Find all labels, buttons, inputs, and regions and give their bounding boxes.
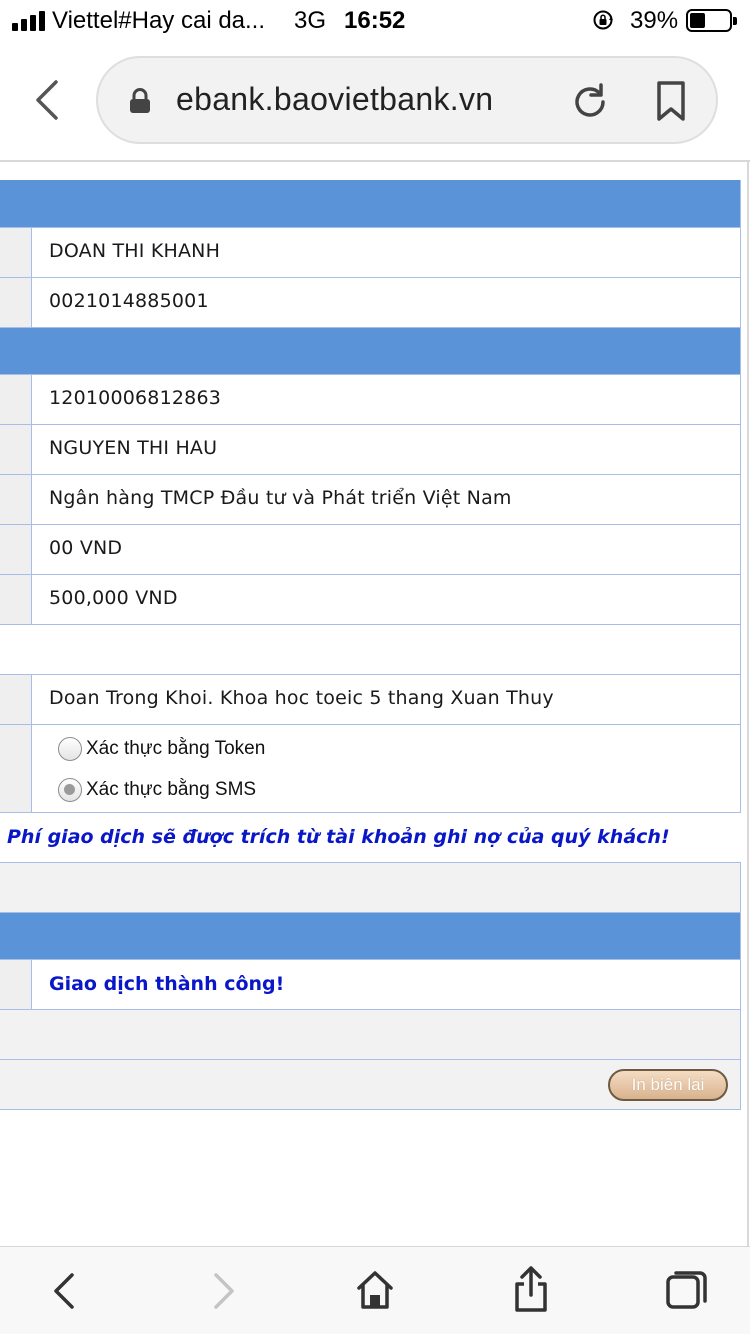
reload-icon[interactable] — [570, 82, 610, 122]
auth-token-label: Xác thực bằng Token — [86, 738, 266, 759]
transaction-success-message: Giao dịch thành công! — [49, 973, 285, 995]
result-section-header — [0, 913, 741, 960]
auth-sms-option[interactable]: Xác thực bằng SMS — [58, 778, 256, 802]
authentication-method-row: Xác thực bằng Token Xác thực bằng SMS — [0, 725, 741, 813]
row-label-cell — [0, 228, 32, 277]
browser-bottom-toolbar — [0, 1246, 750, 1334]
transfer-amount: 500,000 VND — [49, 587, 178, 609]
receiver-account-row: 12010006812863 — [0, 375, 741, 425]
auth-token-radio[interactable] — [58, 737, 82, 761]
row-label-cell — [0, 475, 32, 524]
sender-name-row: DOAN THI KHANH — [0, 228, 741, 278]
row-label-cell — [0, 425, 32, 474]
spacer-row — [0, 863, 741, 913]
share-icon[interactable] — [511, 1265, 551, 1313]
row-label-cell — [0, 525, 32, 574]
auth-token-option[interactable]: Xác thực bằng Token — [58, 737, 265, 761]
sender-account: 0021014885001 — [49, 290, 209, 312]
row-label-cell — [0, 278, 32, 327]
receiver-name-row: NGUYEN THI HAU — [0, 425, 741, 475]
url-field[interactable]: ebank.baovietbank.vn — [96, 56, 718, 144]
sender-section-header — [0, 180, 741, 228]
amount-in-words-row — [0, 625, 741, 675]
back-arrow-icon[interactable] — [48, 1271, 82, 1311]
url-text: ebank.baovietbank.vn — [176, 81, 494, 117]
transfer-fee: 00 VND — [49, 537, 123, 559]
receiver-bank-row: Ngân hàng TMCP Đầu tư và Phát triển Việt… — [0, 475, 741, 525]
carrier-name: Viettel#Hay cai da... — [52, 7, 266, 34]
fee-notice: Phí giao dịch sẽ được trích từ tài khoản… — [7, 826, 670, 848]
status-time: 16:52 — [344, 7, 406, 34]
chevron-left-icon[interactable] — [30, 78, 64, 122]
browser-address-bar: ebank.baovietbank.vn — [0, 42, 750, 160]
orientation-lock-icon — [593, 10, 613, 30]
row-label-cell — [0, 675, 32, 724]
auth-sms-radio[interactable] — [58, 778, 82, 802]
status-bar: Viettel#Hay cai da... 3G 16:52 39% — [0, 0, 750, 42]
spacer-row — [0, 1010, 741, 1060]
transfer-description: Doan Trong Khoi. Khoa hoc toeic 5 thang … — [49, 687, 554, 709]
sender-name: DOAN THI KHANH — [49, 240, 221, 262]
tabs-icon[interactable] — [664, 1271, 708, 1311]
sender-account-row: 0021014885001 — [0, 278, 741, 328]
battery-icon — [686, 9, 737, 32]
forward-arrow-icon[interactable] — [206, 1271, 240, 1311]
result-row: Giao dịch thành công! — [0, 960, 741, 1010]
bookmark-icon[interactable] — [654, 80, 688, 122]
action-row: In biên lai — [0, 1060, 741, 1110]
battery-percentage: 39% — [630, 7, 679, 34]
receiver-section-header — [0, 328, 741, 375]
row-label-cell — [0, 725, 32, 812]
padlock-icon — [130, 88, 150, 113]
transfer-confirmation-table: DOAN THI KHANH 0021014885001 12010006812… — [0, 180, 741, 1110]
receiver-name: NGUYEN THI HAU — [49, 437, 218, 459]
cellular-signal-icon — [12, 11, 46, 31]
amount-row: 500,000 VND — [0, 575, 741, 625]
fee-notice-row: Phí giao dịch sẽ được trích từ tài khoản… — [0, 813, 741, 863]
home-icon[interactable] — [355, 1269, 395, 1311]
row-label-cell — [0, 375, 32, 424]
fee-row: 00 VND — [0, 525, 741, 575]
receiver-bank: Ngân hàng TMCP Đầu tư và Phát triển Việt… — [49, 487, 512, 509]
row-label-cell — [0, 960, 32, 1009]
receiver-account: 12010006812863 — [49, 387, 222, 409]
network-type: 3G — [294, 7, 327, 34]
page-top-divider — [0, 160, 750, 162]
page-right-border — [747, 160, 749, 1246]
auth-sms-label: Xác thực bằng SMS — [86, 779, 257, 800]
description-row: Doan Trong Khoi. Khoa hoc toeic 5 thang … — [0, 675, 741, 725]
print-receipt-button[interactable]: In biên lai — [608, 1069, 728, 1101]
row-label-cell — [0, 575, 32, 624]
